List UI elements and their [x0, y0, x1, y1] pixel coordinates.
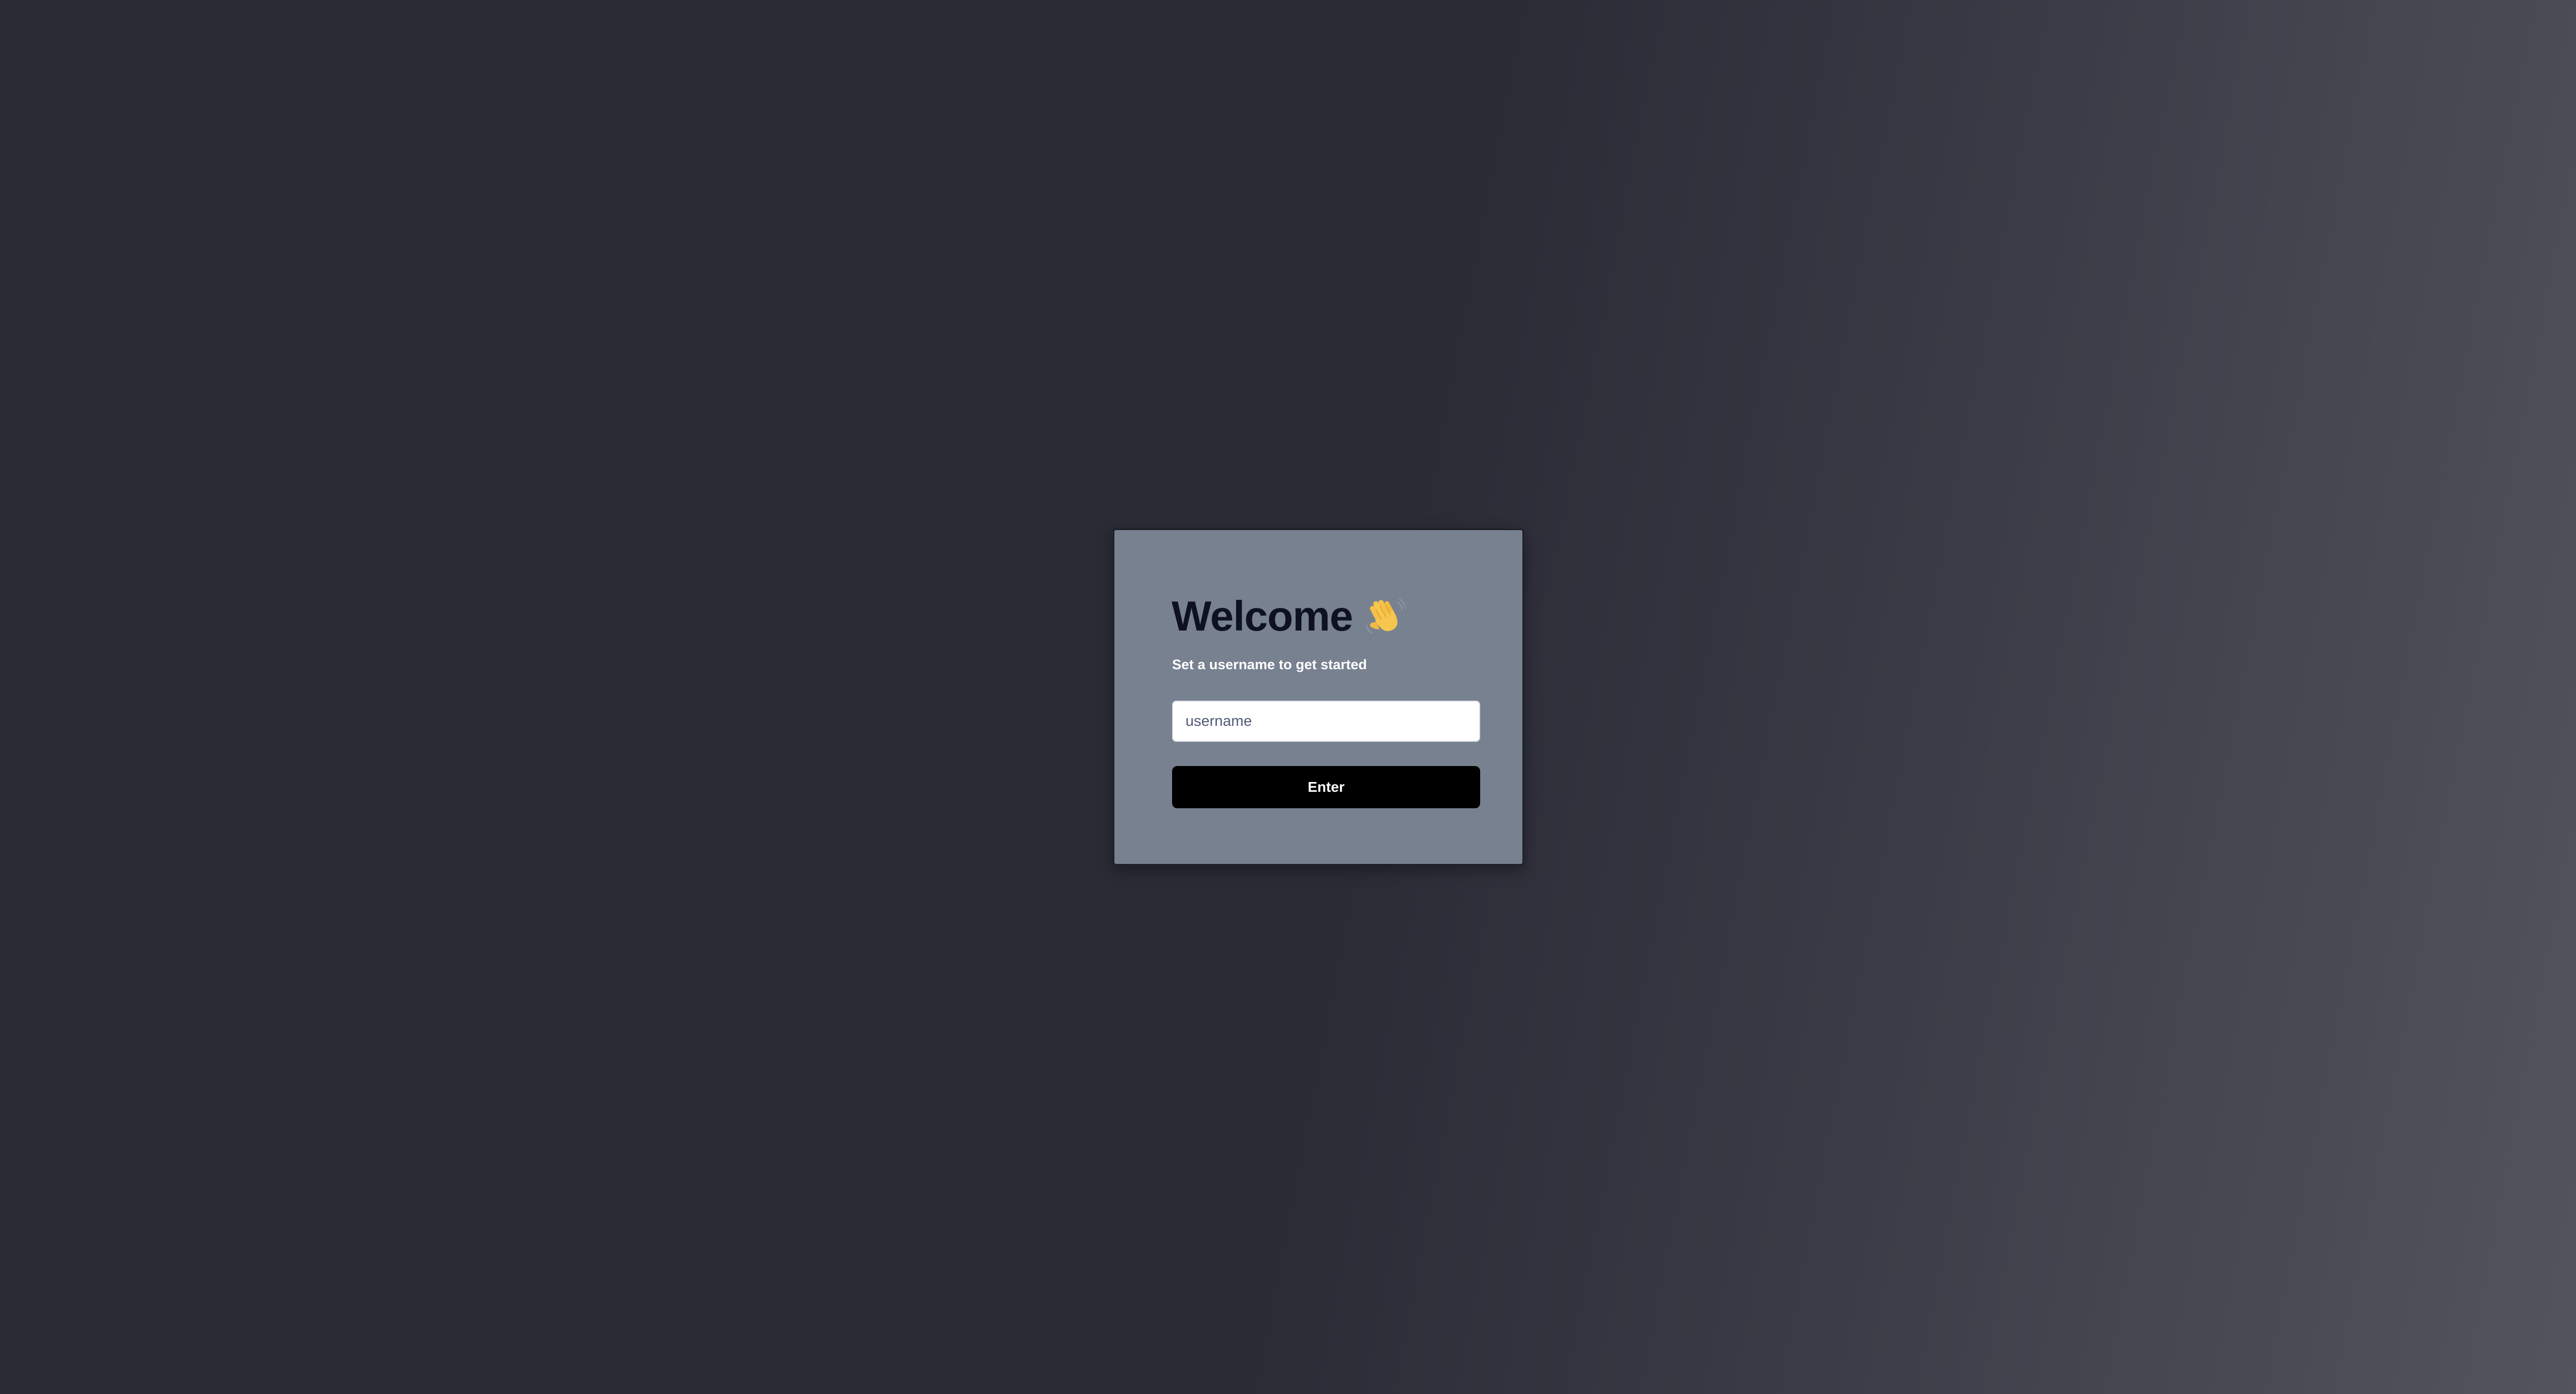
- subtitle: Set a username to get started: [1172, 657, 1367, 672]
- title-text: Welcome: [1172, 593, 1353, 640]
- waving-hand-icon: [1364, 595, 1406, 638]
- enter-button[interactable]: Enter: [1172, 766, 1480, 808]
- username-input[interactable]: [1172, 701, 1480, 742]
- welcome-card: Welcome Set a username to get started us…: [1113, 529, 1524, 865]
- login-page: { "card": { "title": "Welcome", "title_e…: [0, 0, 2576, 1394]
- page-title: Welcome: [1172, 591, 1406, 642]
